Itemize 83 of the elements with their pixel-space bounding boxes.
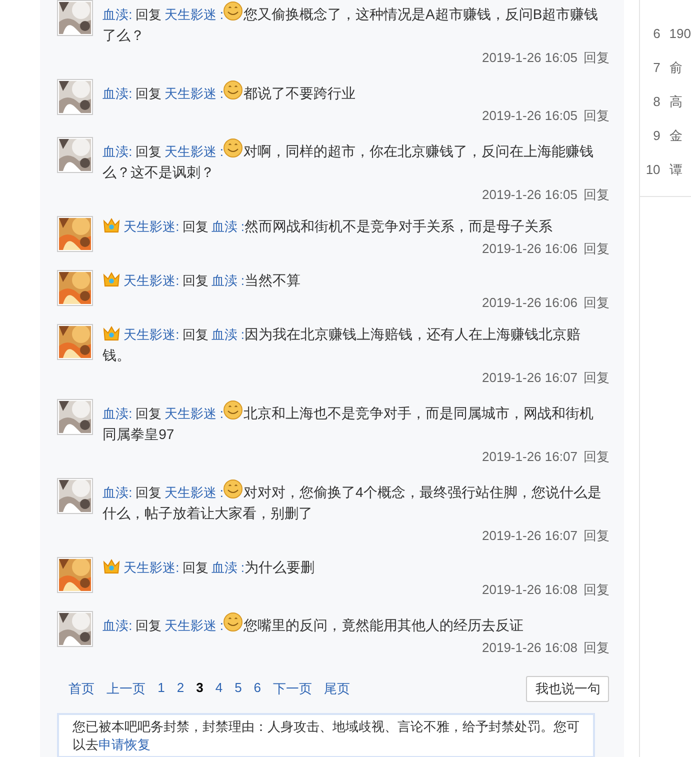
reply-link[interactable]: 回复 — [583, 293, 610, 313]
comment-text: 血渎: 回复 天生影迷 : 都说了不要跨行业 — [102, 79, 604, 104]
comment-text: 血渎: 回复 天生影迷 : 北京和上海也不是竞争对手，而是同属城市，网战和街机同属拳皇97 — [102, 399, 604, 445]
page-link[interactable]: 上一页 — [106, 680, 146, 698]
author-link[interactable]: 天生影迷: — [124, 327, 180, 342]
reply-label: 回复 — [135, 618, 162, 633]
reply-link[interactable]: 回复 — [583, 48, 610, 68]
author-link[interactable]: 血渎: — [102, 406, 132, 421]
reply-target-link[interactable]: 血渎 : — [211, 327, 244, 342]
reply-target-link[interactable]: 血渎 : — [211, 560, 244, 575]
rank-number: 7 — [652, 59, 660, 77]
rank-number: 9 — [652, 127, 660, 145]
comment-text: 天生影迷: 回复 血渎 :当然不算 — [102, 270, 604, 291]
reply-link[interactable]: 回复 — [583, 239, 610, 259]
author-link[interactable]: 天生影迷: — [124, 560, 180, 575]
comment-time: 2019-1-26 16:07 — [482, 369, 578, 387]
comment-text: 血渎: 回复 天生影迷 : 您嘴里的反问，竟然能用其他人的经历去反证 — [102, 611, 604, 636]
comment-text: 天生影迷: 回复 血渎 :为什么要删 — [102, 557, 604, 578]
comment-time: 2019-1-26 16:05 — [482, 49, 578, 67]
reply-link[interactable]: 回复 — [583, 368, 610, 388]
page-link[interactable]: 3 — [196, 680, 204, 698]
author-link[interactable]: 天生影迷: — [124, 219, 180, 234]
comment-time: 2019-1-26 16:08 — [482, 581, 578, 599]
ranking-item[interactable]: 谭 — [669, 153, 691, 187]
comment-time: 2019-1-26 16:07 — [482, 448, 578, 466]
author-link[interactable]: 血渎: — [102, 618, 132, 633]
comment-text: 血渎: 回复 天生影迷 : 您又偷换概念了，这种情况是A超市赚钱，反问B超市赚钱了么？ — [102, 0, 604, 46]
reply-link[interactable]: 回复 — [583, 185, 610, 205]
reply-label: 回复 — [135, 485, 162, 500]
page-link[interactable]: 5 — [234, 680, 242, 698]
reply-target-link[interactable]: 天生影迷 : — [164, 7, 224, 22]
rank-number: 10 — [644, 161, 660, 179]
author-link[interactable]: 血渎: — [102, 485, 132, 500]
appeal-link[interactable]: 申请恢复 — [98, 737, 151, 752]
author-link[interactable]: 血渎: — [102, 144, 132, 159]
page-link[interactable]: 4 — [215, 680, 223, 698]
reply-label: 回复 — [182, 219, 208, 234]
comment-time: 2019-1-26 16:07 — [482, 527, 578, 545]
page-link[interactable]: 下一页 — [273, 680, 312, 698]
author-link[interactable]: 血渎: — [102, 86, 132, 101]
reply-target-link[interactable]: 天生影迷 : — [164, 406, 224, 421]
reply-link[interactable]: 回复 — [583, 526, 610, 546]
reply-target-link[interactable]: 血渎 : — [211, 273, 244, 288]
comment-time: 2019-1-26 16:05 — [482, 107, 578, 125]
rank-number: 8 — [652, 93, 660, 111]
rank-number: 6 — [652, 25, 660, 43]
comment-button[interactable]: 我也说一句 — [526, 676, 610, 702]
author-link[interactable]: 血渎: — [102, 7, 132, 22]
reply-target-link[interactable]: 血渎 : — [211, 219, 244, 234]
comment-text: 血渎: 回复 天生影迷 : 对啊，同样的超市，你在北京赚钱了，反问在上海能赚钱么？这不是讽刺？ — [102, 137, 604, 183]
reply-label: 回复 — [182, 327, 208, 342]
reply-label: 回复 — [135, 144, 162, 159]
reply-label: 回复 — [135, 406, 162, 421]
reply-target-link[interactable]: 天生影迷 : — [164, 144, 224, 159]
reply-target-link[interactable]: 天生影迷 : — [164, 485, 224, 500]
reply-link[interactable]: 回复 — [583, 638, 610, 658]
page-link[interactable]: 首页 — [68, 680, 95, 698]
reply-label: 回复 — [182, 560, 208, 575]
page-link[interactable]: 1 — [158, 680, 165, 698]
comment-text: 天生影迷: 回复 血渎 :因为我在北京赚钱上海赔钱，还有人在上海赚钱北京赔钱。 — [102, 324, 582, 365]
ranking-item[interactable]: 190 — [669, 17, 691, 51]
comment-time: 2019-1-26 16:06 — [482, 294, 578, 312]
comment-text: 血渎: 回复 天生影迷 : 对对对，您偷换了4个概念，最终强行站住脚，您说什么是什么，帖子放着让大家看，别删了 — [102, 478, 604, 524]
comment-time: 2019-1-26 16:08 — [482, 639, 578, 657]
ranking-item[interactable]: 俞 — [669, 51, 691, 85]
comment-time: 2019-1-26 16:06 — [482, 240, 578, 258]
reply-link[interactable]: 回复 — [583, 106, 610, 126]
page-link[interactable]: 6 — [254, 680, 262, 698]
notice-text: 您已被本吧吧务封禁，封禁理由：人身攻击、地域歧视、言论不雅，给予封禁处罚。您可以去申请恢复 — [72, 718, 581, 754]
reply-link[interactable]: 回复 — [583, 580, 610, 600]
reply-label: 回复 — [182, 273, 208, 288]
reply-target-link[interactable]: 天生影迷 : — [164, 618, 224, 633]
comment-time: 2019-1-26 16:05 — [482, 186, 578, 204]
comment-text: 天生影迷: 回复 血渎 :然而网战和街机不是竞争对手关系，而是母子关系 — [102, 216, 604, 237]
author-link[interactable]: 天生影迷: — [124, 273, 180, 288]
reply-link[interactable]: 回复 — [583, 447, 610, 467]
reply-target-link[interactable]: 天生影迷 : — [164, 86, 224, 101]
reply-label: 回复 — [135, 86, 162, 101]
ranking-item[interactable]: 高 — [669, 85, 691, 119]
reply-label: 回复 — [135, 7, 162, 22]
page-link[interactable]: 2 — [176, 680, 184, 698]
page-link[interactable]: 尾页 — [324, 680, 350, 698]
ranking-item[interactable]: 金 — [669, 119, 691, 153]
